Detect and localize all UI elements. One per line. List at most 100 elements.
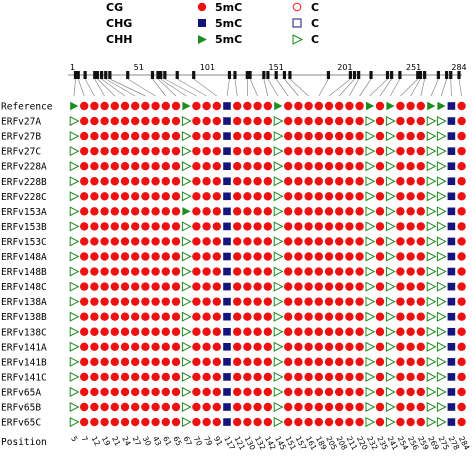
methylation-marker-cg-methylated bbox=[253, 101, 262, 111]
methylation-chart: CG CHG CHH 5mC 5mC 5mC C C C 1 51 101 151 20… bbox=[1, 1, 472, 452]
methylation-marker-cg-methylated bbox=[80, 146, 89, 156]
methylation-marker-cg-methylated bbox=[314, 192, 323, 201]
methylation-marker-cg-methylated bbox=[253, 342, 262, 351]
methylation-marker-cg-methylated bbox=[171, 146, 181, 156]
methylation-marker-cg-methylated bbox=[161, 207, 170, 216]
methylation-marker-chh-unmethylated bbox=[385, 146, 396, 157]
methylation-marker-chh-unmethylated bbox=[273, 161, 284, 172]
methylation-marker-chh-unmethylated bbox=[181, 266, 192, 277]
methylation-marker-cg-methylated bbox=[131, 177, 140, 186]
methylation-marker-cg-methylated bbox=[284, 252, 293, 261]
ruler-tick-label: 1 bbox=[70, 63, 75, 72]
methylation-marker-cg-methylated bbox=[294, 267, 303, 276]
methylation-marker-cg-methylated bbox=[314, 222, 323, 231]
methylation-marker-cg-methylated bbox=[192, 101, 201, 111]
methylation-marker-chh-unmethylated bbox=[385, 116, 396, 127]
row-label: ERFv65B bbox=[1, 403, 41, 414]
methylation-marker-chh-methylated bbox=[437, 101, 446, 111]
methylation-marker-chh-unmethylated bbox=[436, 296, 447, 307]
methylation-marker-chh-methylated bbox=[366, 101, 375, 111]
methylation-marker-cg-methylated bbox=[233, 101, 242, 111]
methylation-marker-chg-methylated bbox=[447, 237, 456, 246]
methylation-marker-cg-methylated bbox=[294, 312, 303, 321]
methylation-marker-cg-methylated bbox=[80, 357, 89, 367]
methylation-marker-cg-methylated bbox=[171, 267, 181, 276]
methylation-marker-cg-methylated bbox=[263, 131, 272, 141]
site-marker bbox=[282, 71, 287, 79]
methylation-marker-chg-methylated bbox=[223, 267, 231, 276]
methylation-marker-cg-methylated bbox=[416, 192, 425, 201]
methylation-marker-cg-methylated bbox=[284, 131, 293, 141]
position-label: 12 bbox=[90, 435, 103, 448]
methylation-marker-cg-methylated bbox=[80, 372, 89, 382]
methylation-marker-cg-methylated bbox=[416, 252, 425, 261]
methylation-marker-cg-methylated bbox=[90, 372, 99, 382]
ruler-tick-label: 201 bbox=[337, 63, 352, 72]
methylation-marker-chg-methylated bbox=[223, 312, 231, 321]
methylation-marker-cg-methylated bbox=[212, 387, 221, 397]
methylation-marker-chh-unmethylated bbox=[365, 191, 376, 202]
site-connector bbox=[127, 78, 156, 97]
methylation-marker-cg-methylated bbox=[120, 146, 130, 156]
methylation-marker-chg-methylated bbox=[447, 282, 456, 291]
site-marker bbox=[385, 71, 390, 79]
methylation-marker-cg-methylated bbox=[171, 312, 181, 321]
position-label: 21 bbox=[110, 435, 123, 448]
methylation-marker-cg-methylated bbox=[355, 101, 364, 111]
methylation-marker-chh-unmethylated bbox=[365, 161, 376, 172]
methylation-marker-cg-methylated bbox=[120, 417, 130, 427]
methylation-marker-cg-methylated bbox=[335, 372, 344, 382]
methylation-marker-cg-methylated bbox=[375, 222, 385, 231]
methylation-marker-cg-methylated bbox=[263, 402, 272, 412]
methylation-marker-cg-methylated bbox=[396, 312, 405, 321]
methylation-marker-cg-methylated bbox=[304, 402, 313, 412]
methylation-marker-cg-methylated bbox=[345, 116, 354, 126]
methylation-marker-chg-methylated bbox=[447, 403, 456, 411]
methylation-marker-cg-methylated bbox=[396, 192, 405, 201]
methylation-marker-cg-methylated bbox=[233, 192, 242, 201]
legend-chh-unmethylated-label: C bbox=[311, 33, 319, 46]
methylation-marker-cg-methylated bbox=[294, 387, 303, 397]
methylation-marker-cg-methylated bbox=[192, 131, 201, 141]
methylation-marker-cg-methylated bbox=[151, 146, 160, 156]
methylation-marker-cg-methylated bbox=[90, 327, 99, 336]
methylation-marker-cg-methylated bbox=[161, 417, 170, 427]
methylation-marker-cg-methylated bbox=[202, 207, 211, 216]
methylation-marker-chh-unmethylated bbox=[365, 417, 376, 428]
methylation-marker-cg-methylated bbox=[120, 177, 130, 186]
methylation-marker-cg-methylated bbox=[406, 222, 415, 231]
methylation-marker-cg-methylated bbox=[151, 357, 160, 367]
methylation-marker-cg-methylated bbox=[345, 146, 354, 156]
methylation-marker-chh-unmethylated bbox=[273, 311, 284, 322]
legend-chh-unmethylated-icon bbox=[292, 34, 304, 45]
methylation-marker-cg-methylated bbox=[110, 192, 120, 201]
methylation-marker-chh-unmethylated bbox=[385, 296, 396, 307]
methylation-marker-cg-methylated bbox=[355, 192, 364, 201]
methylation-marker-chh-unmethylated bbox=[181, 296, 192, 307]
methylation-marker-cg-methylated bbox=[192, 252, 201, 261]
site-marker bbox=[233, 71, 237, 79]
methylation-marker-chg-methylated bbox=[447, 102, 456, 110]
methylation-marker-cg-methylated bbox=[294, 417, 303, 427]
methylation-marker-cg-methylated bbox=[324, 101, 334, 111]
methylation-marker-cg-methylated bbox=[396, 387, 405, 397]
legend-chg-methylated-icon bbox=[198, 19, 206, 27]
methylation-marker-cg-methylated bbox=[294, 146, 303, 156]
methylation-marker-cg-methylated bbox=[243, 177, 252, 186]
methylation-marker-chh-unmethylated bbox=[436, 176, 447, 187]
methylation-marker-cg-methylated bbox=[120, 402, 130, 412]
methylation-marker-cg-methylated bbox=[284, 297, 293, 306]
methylation-marker-cg-methylated bbox=[457, 417, 466, 427]
methylation-marker-cg-methylated bbox=[314, 312, 323, 321]
methylation-marker-cg-methylated bbox=[457, 297, 466, 306]
methylation-marker-cg-methylated bbox=[457, 372, 466, 382]
methylation-marker-cg-methylated bbox=[171, 207, 181, 216]
methylation-marker-cg-methylated bbox=[335, 282, 344, 291]
methylation-marker-chh-unmethylated bbox=[385, 311, 396, 322]
methylation-marker-cg-methylated bbox=[110, 297, 120, 306]
methylation-marker-cg-methylated bbox=[171, 116, 181, 126]
methylation-marker-cg-methylated bbox=[345, 177, 354, 186]
methylation-marker-cg-methylated bbox=[284, 357, 293, 367]
methylation-marker-cg-methylated bbox=[335, 402, 344, 412]
methylation-marker-cg-methylated bbox=[233, 387, 242, 397]
